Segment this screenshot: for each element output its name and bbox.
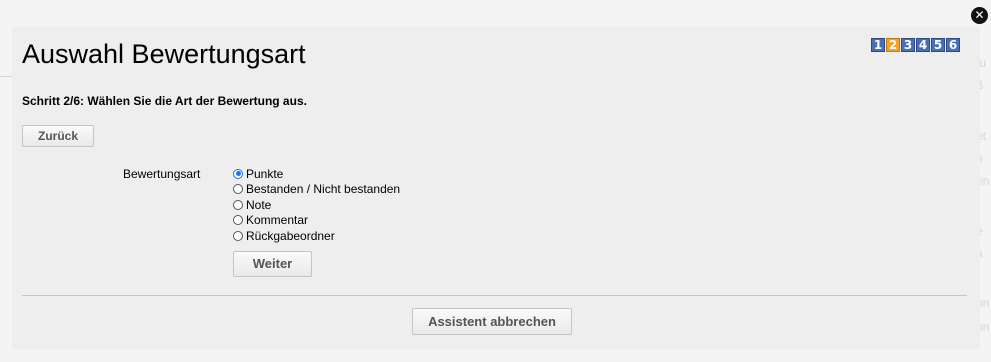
radio-option-rueckgabeordner[interactable]: Rückgabeordner [233,228,400,244]
radio-label[interactable]: Punkte [246,167,283,181]
grading-type-radio-group: Punkte Bestanden / Nicht bestanden Note … [233,166,400,244]
step-1: 1 [871,38,885,52]
radio-button[interactable] [233,168,243,179]
radio-label[interactable]: Bestanden / Nicht bestanden [246,182,400,196]
radio-button[interactable] [233,199,243,210]
grading-type-label: Bewertungsart [123,167,201,181]
radio-label[interactable]: Note [246,198,271,212]
wizard-dialog: Auswahl Bewertungsart 1 2 3 4 5 6 Schrit… [12,27,980,349]
step-indicator: 1 2 3 4 5 6 [871,38,960,52]
step-5: 5 [931,38,945,52]
radio-button[interactable] [233,230,243,241]
radio-option-punkte[interactable]: Punkte [233,166,400,182]
step-6: 6 [946,38,960,52]
radio-label[interactable]: Rückgabeordner [246,229,335,243]
next-button[interactable]: Weiter [233,251,312,277]
cancel-wizard-button[interactable]: Assistent abbrechen [412,308,572,335]
radio-option-note[interactable]: Note [233,197,400,213]
back-button[interactable]: Zurück [22,125,94,147]
dialog-title: Auswahl Bewertungsart [22,39,306,69]
step-2: 2 [886,38,900,52]
radio-option-bestanden[interactable]: Bestanden / Nicht bestanden [233,182,400,198]
radio-button[interactable] [233,215,243,226]
background-divider [0,76,12,77]
step-3: 3 [901,38,915,52]
close-icon[interactable]: ✕ [971,7,988,24]
step-4: 4 [916,38,930,52]
radio-button[interactable] [233,184,243,195]
radio-option-kommentar[interactable]: Kommentar [233,213,400,229]
radio-label[interactable]: Kommentar [246,213,308,227]
divider [22,295,967,296]
step-instruction: Schritt 2/6: Wählen Sie die Art der Bewe… [22,94,307,108]
